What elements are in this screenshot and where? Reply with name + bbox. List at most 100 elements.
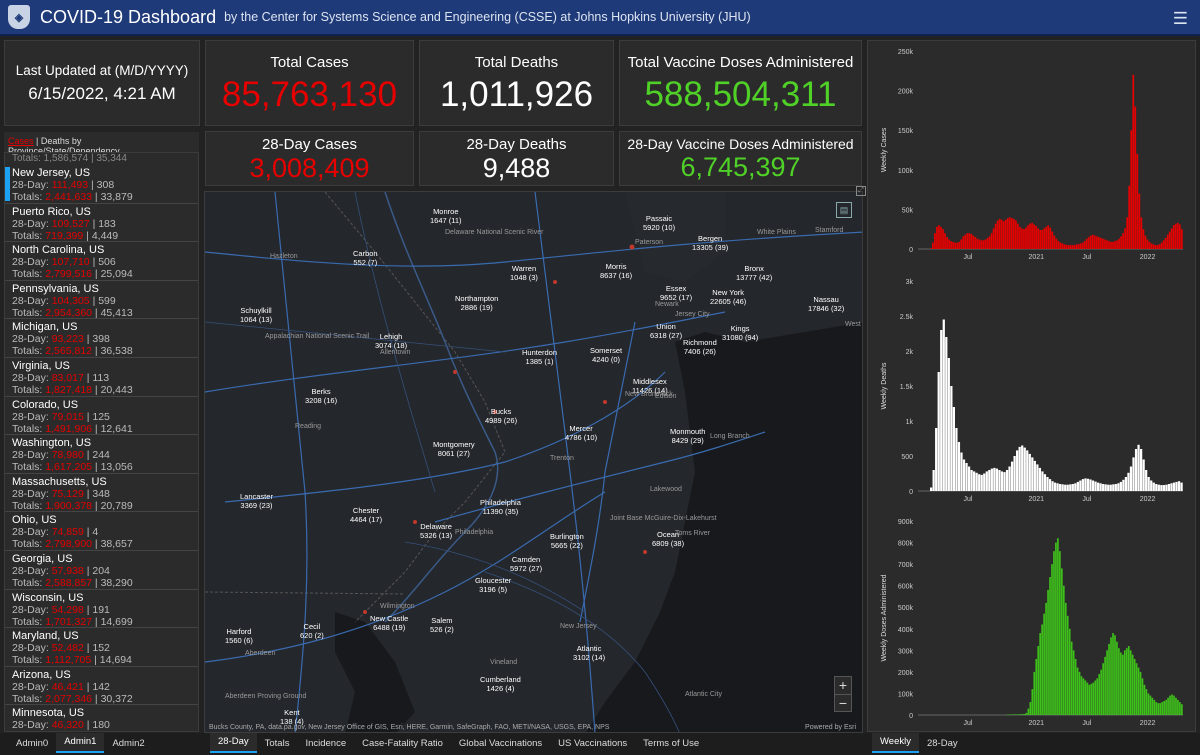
list-item-totals-row: Totals: 1,827,418 | 20,443 xyxy=(12,383,133,396)
county-label[interactable]: Chester 4464 (17) xyxy=(350,506,382,524)
tab-admin0[interactable]: Admin0 xyxy=(8,735,56,753)
tab-admin2[interactable]: Admin2 xyxy=(104,735,152,753)
zoom-in-button[interactable]: + xyxy=(835,677,851,694)
county-label[interactable]: Monmouth 8429 (29) xyxy=(670,427,705,445)
list-item[interactable]: Virginia, US 28-Day: 83,017 | 113 Totals: … xyxy=(5,358,198,397)
county-label[interactable]: Gloucester 3196 (5) xyxy=(475,576,511,594)
county-label[interactable]: Kings 31080 (94) xyxy=(722,324,758,342)
county-value: 4786 (10) xyxy=(565,433,598,442)
county-label[interactable]: Cumberland 1426 (4) xyxy=(480,675,521,693)
county-label[interactable]: Carbon 552 (7) xyxy=(353,249,378,267)
state-list[interactable]: Totals: 1,586,574 | 35,344 New Jersey, U… xyxy=(4,152,199,732)
row-label: 28-Day: xyxy=(12,333,49,346)
bar xyxy=(1155,702,1158,715)
list-item[interactable]: Ohio, US 28-Day: 74,859 | 4 Totals: 2,798,… xyxy=(5,512,198,551)
tab-weekly[interactable]: Weekly xyxy=(872,733,919,753)
place-label: West Babylon xyxy=(845,321,862,328)
county-label[interactable]: Richmond 7406 (26) xyxy=(683,338,717,356)
bar xyxy=(1055,238,1058,249)
tab-admin1[interactable]: Admin1 xyxy=(56,733,105,753)
county-label[interactable]: Northampton 2886 (19) xyxy=(455,294,498,312)
tab-totals[interactable]: Totals xyxy=(257,735,298,753)
county-label[interactable]: Morris 8637 (16) xyxy=(600,262,632,280)
bar xyxy=(1100,237,1102,249)
list-item[interactable]: Puerto Rico, US 28-Day: 109,527 | 183 Tota… xyxy=(5,204,198,243)
list-item[interactable]: Massachusetts, US 28-Day: 75,129 | 348 Tot… xyxy=(5,474,198,513)
county-label[interactable]: Bucks 4989 (26) xyxy=(485,407,517,425)
bar xyxy=(984,239,987,249)
county-label[interactable]: Somerset 4240 (0) xyxy=(590,346,622,364)
county-label[interactable]: New York 22605 (46) xyxy=(710,288,746,306)
bar xyxy=(1075,244,1078,249)
tab-us-vaccinations[interactable]: US Vaccinations xyxy=(550,735,635,753)
map-view[interactable]: Monroe 1647 (11) Passaic 5920 (10) Bergen 133… xyxy=(204,191,863,733)
deaths-total-value: 38,290 xyxy=(100,576,133,589)
list-header-cases-link[interactable]: Cases xyxy=(8,136,34,146)
list-item[interactable]: Pennsylvania, US 28-Day: 104,305 | 599 Tot… xyxy=(5,281,198,320)
list-item[interactable]: North Carolina, US 28-Day: 107,710 | 506 T… xyxy=(5,242,198,281)
list-item[interactable]: Georgia, US 28-Day: 57,938 | 204 Totals: 2… xyxy=(5,551,198,590)
list-item-28day-row: 28-Day: 109,527 | 183 xyxy=(12,217,116,230)
tab-case-fatality-ratio[interactable]: Case-Fatality Ratio xyxy=(354,735,451,753)
county-label[interactable]: Monroe 1647 (11) xyxy=(430,207,462,225)
county-label[interactable]: Hunterdon 1385 (1) xyxy=(522,348,557,366)
county-label[interactable]: Warren 1048 (3) xyxy=(510,264,538,282)
hamburger-menu-icon[interactable]: ☰ xyxy=(1173,9,1188,29)
x-tick-label: Jul xyxy=(1082,720,1091,727)
county-label[interactable]: Philadelphia 11390 (35) xyxy=(480,498,521,516)
cases-total-value: 1,701,327 xyxy=(45,615,92,628)
county-label[interactable]: Camden 5972 (27) xyxy=(510,555,542,573)
deaths-28-value: 244 xyxy=(92,449,110,462)
tab-global-vaccinations[interactable]: Global Vaccinations xyxy=(451,735,550,753)
list-item[interactable]: Wisconsin, US 28-Day: 54,298 | 191 Totals:… xyxy=(5,590,198,629)
county-label[interactable]: Bronx 13777 (42) xyxy=(736,264,772,282)
list-item-28day-row: 28-Day: 107,710 | 506 xyxy=(12,256,116,269)
county-label[interactable]: Berks 3208 (16) xyxy=(305,387,337,405)
bar xyxy=(980,240,983,249)
tab-28-day[interactable]: 28-Day xyxy=(919,735,966,753)
county-value: 552 (7) xyxy=(353,258,378,267)
county-label[interactable]: New Castle 6488 (19) xyxy=(370,614,408,632)
list-item[interactable]: New Jersey, US 28-Day: 111,493 | 308 Total… xyxy=(5,165,198,204)
county-label[interactable]: Atlantic 3102 (14) xyxy=(573,644,605,662)
row-label: Totals: xyxy=(12,654,43,667)
y-tick-label: 600k xyxy=(898,584,914,591)
county-label[interactable]: Salem 526 (2) xyxy=(430,616,454,634)
county-label[interactable]: Mercer 4786 (10) xyxy=(565,424,597,442)
county-label[interactable]: Union 6318 (27) xyxy=(650,322,682,340)
county-label[interactable]: Cecil 620 (2) xyxy=(300,622,324,640)
county-value: 6318 (27) xyxy=(650,331,683,340)
county-label[interactable]: Lancaster 3369 (23) xyxy=(240,492,273,510)
y-tick-label: 100k xyxy=(898,691,914,698)
tab-28-day[interactable]: 28-Day xyxy=(210,733,257,753)
tab-terms-of-use[interactable]: Terms of Use xyxy=(635,735,707,753)
list-item-28day-row: 28-Day: 104,305 | 599 xyxy=(12,294,116,307)
bar xyxy=(1158,244,1161,249)
county-name: Cumberland xyxy=(480,675,521,684)
row-label: 28-Day: xyxy=(12,217,49,230)
bar xyxy=(1169,695,1171,715)
list-item[interactable]: Michigan, US 28-Day: 93,223 | 398 Totals: … xyxy=(5,319,198,358)
list-item[interactable]: Colorado, US 28-Day: 79,015 | 125 Totals: … xyxy=(5,397,198,436)
county-value: 8637 (16) xyxy=(600,271,633,280)
expand-icon[interactable]: ⤢ xyxy=(856,186,866,196)
tab-incidence[interactable]: Incidence xyxy=(297,735,354,753)
county-label[interactable]: Nassau 17846 (32) xyxy=(808,295,844,313)
county-label[interactable]: Passaic 5920 (10) xyxy=(643,214,675,232)
zoom-out-button[interactable]: − xyxy=(835,694,851,711)
county-label[interactable]: Montgomery 8061 (27) xyxy=(433,440,475,458)
list-item[interactable]: Arizona, US 28-Day: 46,421 | 142 Totals: 2… xyxy=(5,667,198,706)
county-label[interactable]: Delaware 5326 (13) xyxy=(420,522,452,540)
county-label[interactable]: Schuylkill 1064 (13) xyxy=(240,306,272,324)
basemap-gallery-icon[interactable]: ▤ xyxy=(836,202,852,218)
bar xyxy=(955,428,958,491)
county-label[interactable]: Bergen 13305 (39) xyxy=(692,234,728,252)
county-label[interactable]: Burlington 5665 (22) xyxy=(550,532,584,550)
county-value: 31080 (94) xyxy=(722,333,759,342)
bar xyxy=(1010,218,1013,249)
bar xyxy=(1157,703,1160,715)
list-item[interactable]: Maryland, US 28-Day: 52,482 | 152 Totals: … xyxy=(5,628,198,667)
county-label[interactable]: Harford 1560 (6) xyxy=(225,627,253,645)
list-item[interactable]: Minnesota, US28-Day: 46,320 | 180Totals:… xyxy=(5,705,198,731)
list-item[interactable]: Washington, US 28-Day: 78,980 | 244 Totals… xyxy=(5,435,198,474)
